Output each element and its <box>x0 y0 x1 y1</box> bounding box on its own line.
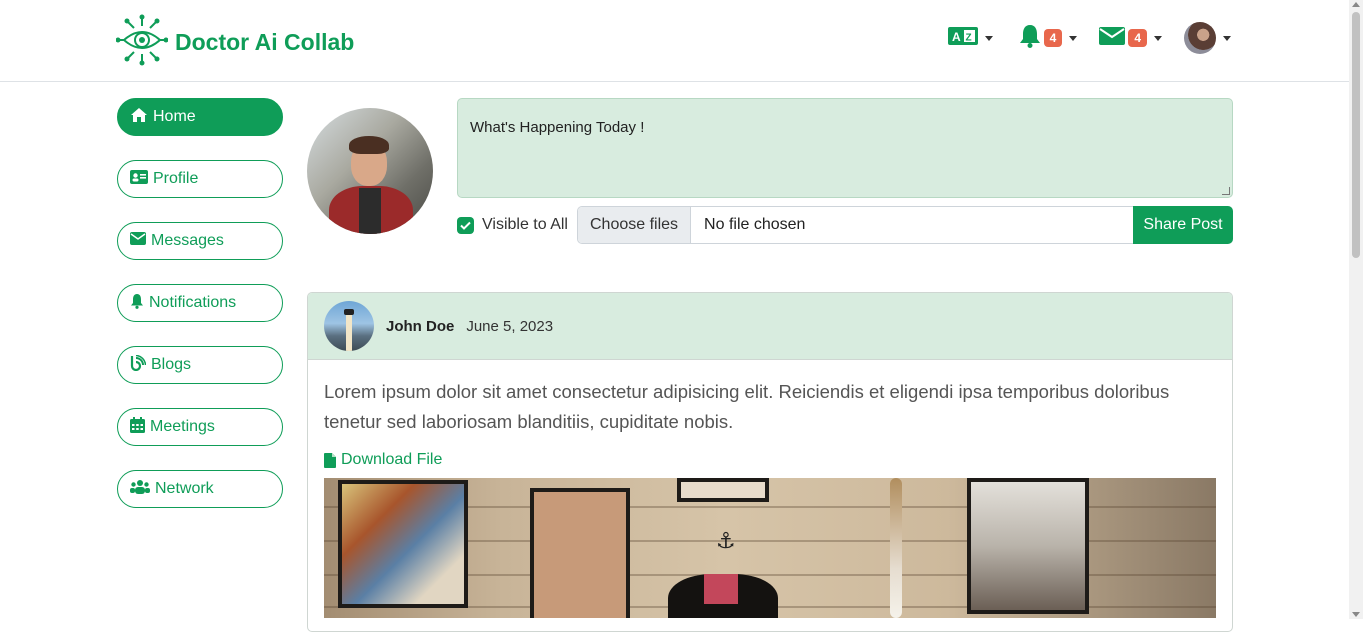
app-title: Doctor Ai Collab <box>175 29 355 55</box>
post-textarea[interactable]: What's Happening Today ! <box>457 98 1233 198</box>
visible-to-all-label: Visible to All <box>482 216 568 233</box>
sidebar-item-notifications[interactable]: Notifications <box>117 284 283 322</box>
scroll-thumb[interactable] <box>1352 12 1360 258</box>
sidebar-item-label: Home <box>153 108 196 125</box>
notifications-dropdown[interactable]: 4 <box>1019 24 1078 53</box>
post-author[interactable]: John Doe <box>386 318 454 335</box>
chevron-down-icon <box>1154 35 1162 41</box>
avatar <box>1184 22 1216 54</box>
language-dropdown[interactable]: A Z <box>947 26 993 50</box>
post-image[interactable]: ⚓ <box>324 478 1216 618</box>
scroll-up-icon[interactable] <box>1352 2 1360 7</box>
svg-text:A: A <box>952 30 961 44</box>
file-icon <box>324 452 336 468</box>
scrollbar[interactable] <box>1349 0 1363 619</box>
envelope-icon <box>130 232 151 250</box>
post-textarea-text: What's Happening Today ! <box>470 119 645 136</box>
visibility-toggle: Visible to All <box>457 206 568 244</box>
download-file-label: Download File <box>341 451 443 468</box>
envelope-icon <box>1099 26 1126 51</box>
chevron-down-icon <box>1223 35 1231 41</box>
id-card-icon <box>130 169 153 189</box>
sidebar: Home Profile Messages Notifications Blog… <box>117 98 283 532</box>
visible-to-all-checkbox[interactable] <box>457 216 474 234</box>
sidebar-item-profile[interactable]: Profile <box>117 160 283 198</box>
sidebar-item-label: Notifications <box>149 294 237 311</box>
bell-icon <box>130 293 149 314</box>
post-header: John Doe June 5, 2023 <box>308 293 1232 360</box>
calendar-icon <box>130 416 150 438</box>
sidebar-item-home[interactable]: Home <box>117 98 283 136</box>
translate-icon: A Z <box>947 26 978 50</box>
post-date: June 5, 2023 <box>466 317 554 335</box>
post-content: Lorem ipsum dolor sit amet consectetur a… <box>308 360 1232 618</box>
file-status: No file chosen <box>704 216 806 233</box>
choose-files-button[interactable]: Choose files <box>578 207 692 243</box>
post-body-text: Lorem ipsum dolor sit amet consectetur a… <box>324 381 1170 432</box>
sidebar-item-label: Network <box>155 480 214 497</box>
home-icon <box>130 107 153 128</box>
blog-icon <box>130 354 151 376</box>
sidebar-item-messages[interactable]: Messages <box>117 222 283 260</box>
nav-actions: A Z 4 4 <box>926 22 1231 54</box>
composer-avatar <box>307 108 433 234</box>
user-menu-dropdown[interactable] <box>1184 22 1231 54</box>
download-file-link[interactable]: Download File <box>324 451 1216 469</box>
messages-dropdown[interactable]: 4 <box>1099 26 1162 51</box>
sidebar-item-label: Blogs <box>151 356 192 373</box>
resize-handle-icon[interactable] <box>1222 187 1230 195</box>
author-avatar[interactable] <box>324 301 374 351</box>
sidebar-item-label: Messages <box>151 232 224 249</box>
sidebar-item-label: Profile <box>153 170 199 187</box>
users-icon <box>130 479 155 499</box>
sidebar-item-blogs[interactable]: Blogs <box>117 346 283 384</box>
message-count-badge: 4 <box>1128 29 1147 47</box>
chevron-down-icon <box>984 35 993 41</box>
notification-count-badge: 4 <box>1043 29 1063 47</box>
top-navbar: Doctor Ai Collab A Z 4 4 <box>0 0 1349 82</box>
bell-icon <box>1019 24 1041 53</box>
share-post-button[interactable]: Share Post <box>1133 206 1233 244</box>
sidebar-item-label: Meetings <box>150 418 215 435</box>
sidebar-item-network[interactable]: Network <box>117 470 283 508</box>
chevron-down-icon <box>1069 35 1078 41</box>
brand[interactable]: Doctor Ai Collab <box>115 14 355 71</box>
scroll-down-icon[interactable] <box>1352 612 1360 617</box>
eye-circuit-logo-icon <box>115 14 169 71</box>
post-card: John Doe June 5, 2023 Lorem ipsum dolor … <box>307 292 1233 632</box>
sidebar-item-meetings[interactable]: Meetings <box>117 408 283 446</box>
svg-text:Z: Z <box>965 32 971 43</box>
file-input[interactable]: Choose files No file chosen <box>577 206 1134 244</box>
